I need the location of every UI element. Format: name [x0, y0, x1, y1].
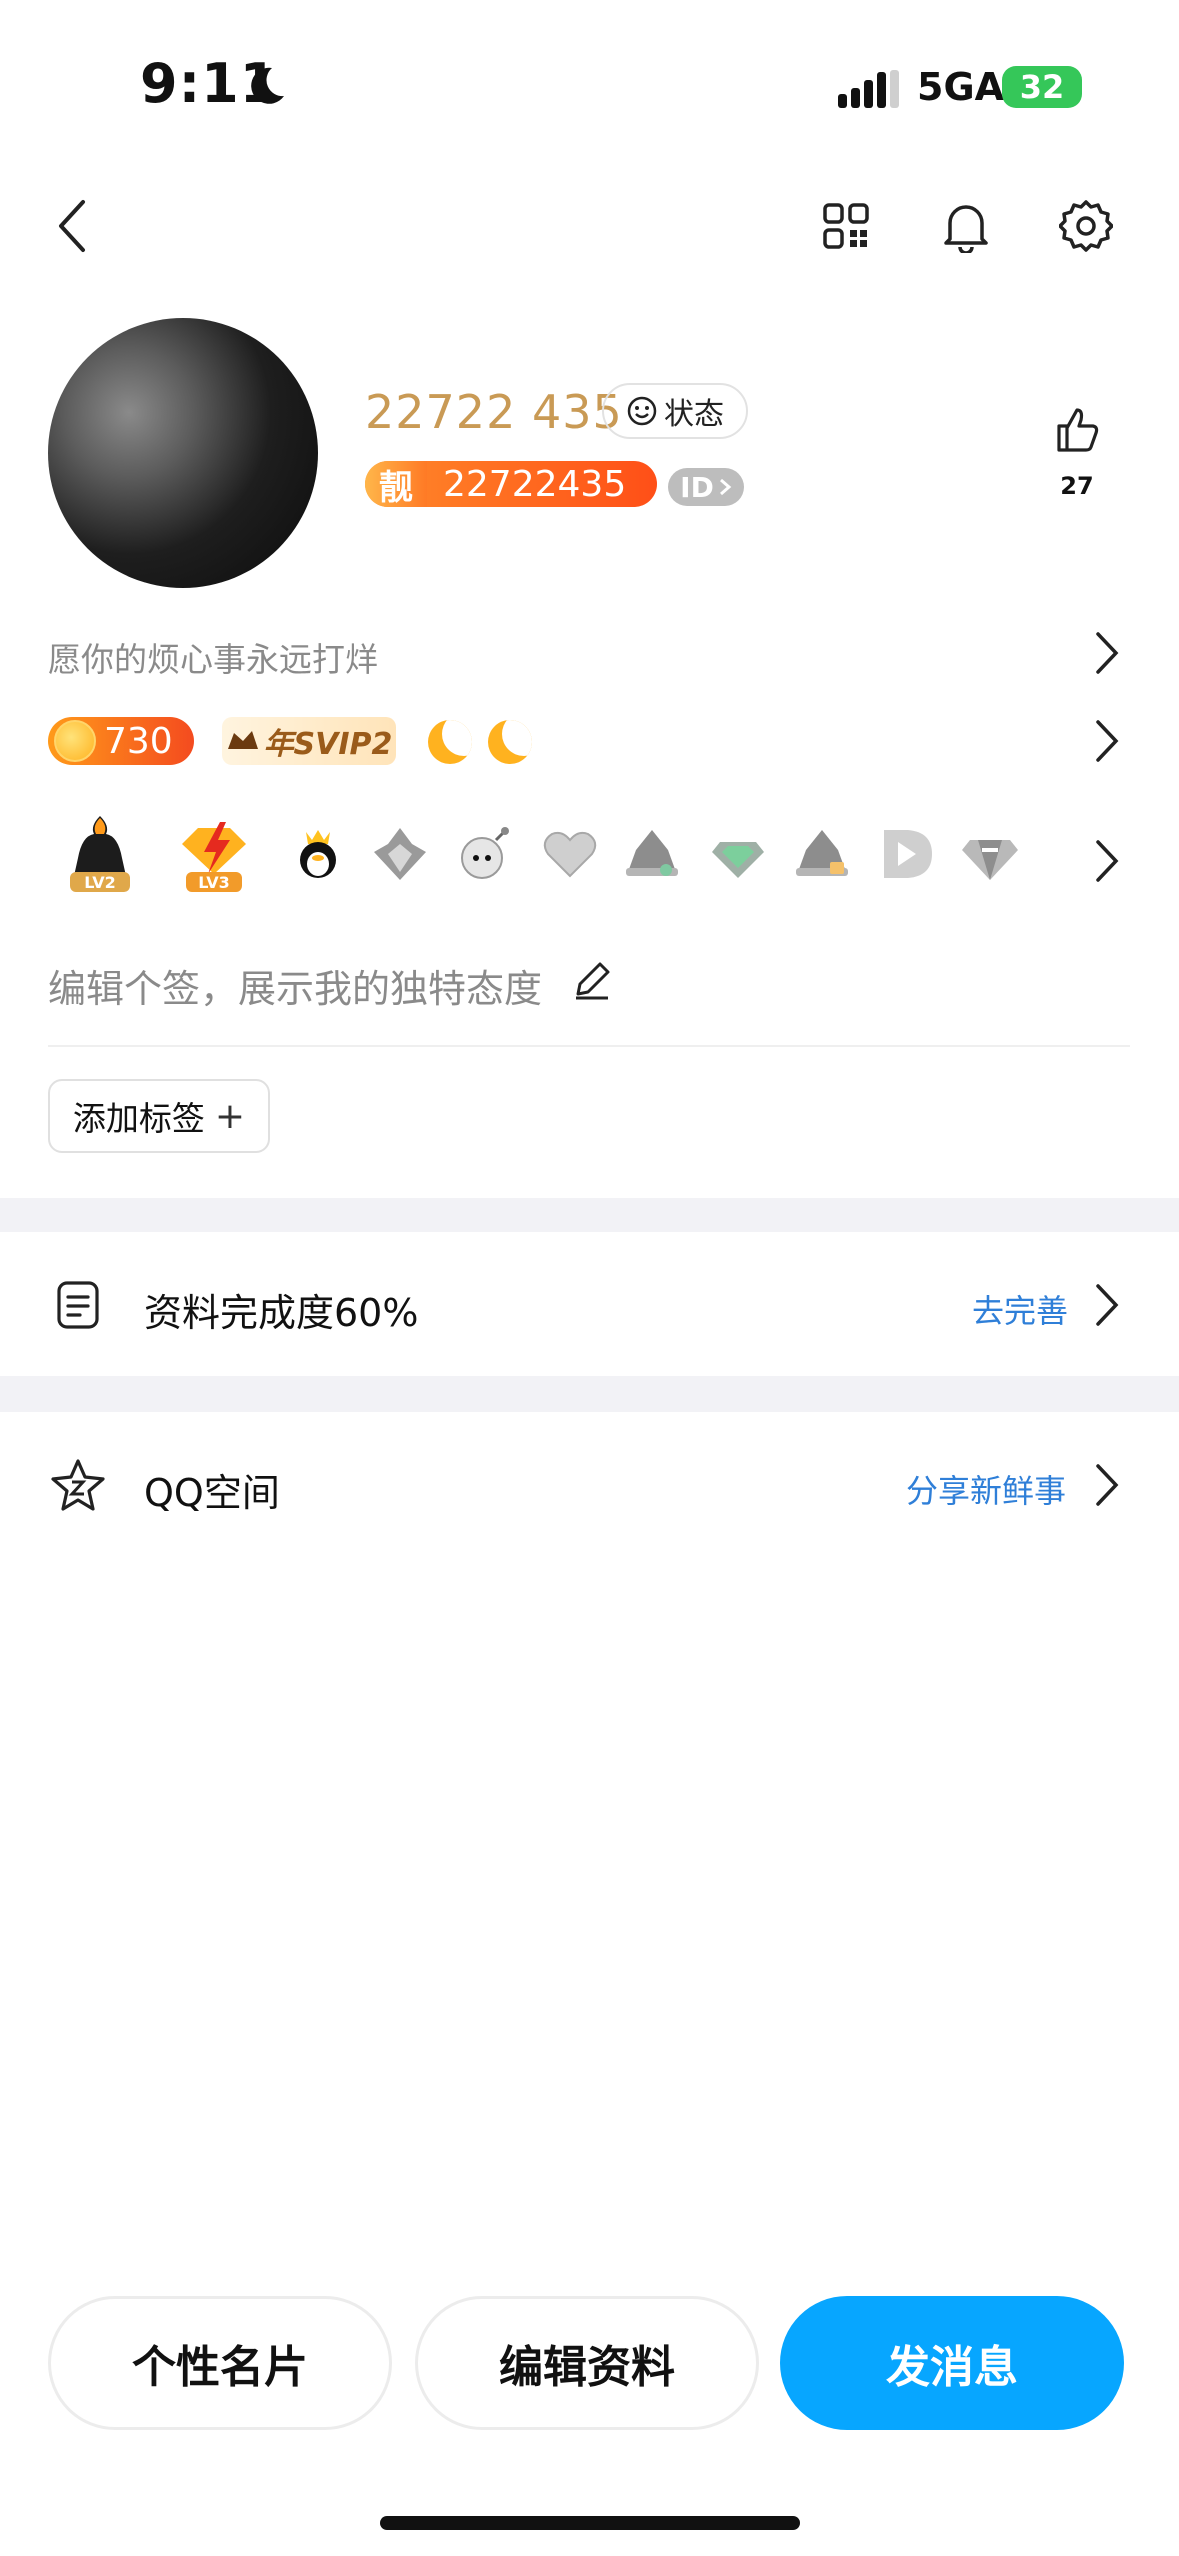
id-badge[interactable]: ID	[668, 468, 744, 506]
edit-signature-prompt[interactable]: 编辑个签，展示我的独特态度	[48, 958, 542, 1013]
edit-profile-button[interactable]: 编辑资料	[415, 2296, 759, 2430]
play-circle-icon[interactable]	[868, 812, 944, 896]
svip-badge[interactable]: 年SVIP2	[222, 717, 396, 765]
gear-icon	[1059, 200, 1113, 252]
green-gem-icon[interactable]	[700, 812, 776, 896]
svg-text:LV3: LV3	[198, 873, 230, 892]
qzone-label: QQ空间	[144, 1471, 280, 1515]
smiley-icon	[627, 396, 657, 426]
like-button[interactable]	[1052, 404, 1102, 456]
profile-completeness-row[interactable]: 资料完成度60% 去完善	[0, 1232, 1179, 1376]
pretty-number: 22722435	[443, 463, 627, 505]
back-button[interactable]	[48, 196, 96, 256]
share-news-link[interactable]: 分享新鲜事	[906, 1466, 1066, 1512]
gray-heart-icon[interactable]	[532, 812, 608, 896]
bell-icon	[944, 205, 988, 253]
level-coin-value: 730	[104, 720, 173, 762]
status-label: 状态	[664, 397, 724, 432]
penguin-crown-icon[interactable]	[280, 812, 356, 896]
gray-diamond-icon[interactable]	[952, 812, 1028, 896]
vip-chevron-icon[interactable]	[1092, 718, 1122, 764]
home-indicator[interactable]	[380, 2516, 800, 2530]
signal-icon	[838, 70, 900, 110]
medals-chevron-icon[interactable]	[1092, 838, 1122, 884]
qzone-chevron-icon	[1092, 1462, 1122, 1508]
star-icon	[50, 1458, 106, 1512]
svg-text:LV2: LV2	[84, 873, 116, 892]
add-tag-button[interactable]: 添加标签 +	[48, 1079, 270, 1153]
document-icon	[56, 1280, 100, 1330]
complete-profile-link[interactable]: 去完善	[972, 1286, 1068, 1332]
qrcode-button[interactable]	[818, 198, 874, 254]
moon-level-icon	[488, 720, 532, 764]
bomb-face-icon[interactable]	[446, 812, 522, 896]
svip-crown-icon	[227, 731, 258, 749]
chevron-right-icon	[719, 478, 732, 496]
medal-lv3-icon[interactable]: LV3	[176, 812, 252, 896]
chevron-left-icon	[59, 200, 85, 252]
profile-card-button[interactable]: 个性名片	[48, 2296, 392, 2430]
add-tag-label: 添加标签	[72, 1099, 205, 1138]
gray-hat-icon[interactable]	[614, 812, 690, 896]
medal-lv2-icon[interactable]: LV2	[62, 812, 138, 896]
avatar[interactable]	[48, 318, 318, 588]
nickname: 22722 435	[365, 385, 623, 439]
svip-label: 年SVIP2	[263, 727, 393, 762]
completeness-label: 资料完成度60%	[144, 1291, 419, 1335]
moon-icon	[244, 64, 288, 108]
gray-hat-badge-icon[interactable]	[784, 812, 860, 896]
like-count: 27	[1060, 472, 1094, 500]
section-divider	[0, 1376, 1179, 1412]
pretty-number-badge[interactable]: 靓 22722435	[365, 461, 657, 508]
plus-icon: +	[214, 1095, 246, 1137]
qrcode-icon	[823, 203, 869, 249]
divider	[48, 1045, 1130, 1047]
signature-chevron-icon[interactable]	[1092, 630, 1122, 676]
id-badge-label: ID	[680, 470, 714, 504]
notification-button[interactable]	[938, 196, 994, 256]
pretty-tag: 靓	[365, 461, 427, 508]
coin-icon	[54, 720, 96, 762]
qzone-row[interactable]: QQ空间 分享新鲜事	[0, 1412, 1179, 1556]
battery-icon: 32	[1002, 66, 1082, 108]
level-coin-badge[interactable]: 730	[48, 717, 194, 765]
gray-flame-icon[interactable]	[362, 812, 438, 896]
moon-level-icon	[428, 720, 472, 764]
network-label: 5GA	[917, 65, 1005, 109]
pencil-icon[interactable]	[570, 958, 614, 1002]
status-button[interactable]: 状态	[602, 383, 748, 439]
thumbs-up-icon	[1057, 408, 1099, 452]
signature-text[interactable]: 愿你的烦心事永远打烊	[48, 633, 378, 681]
completeness-chevron-icon	[1092, 1282, 1122, 1328]
settings-button[interactable]	[1056, 196, 1116, 256]
send-message-button[interactable]: 发消息	[780, 2296, 1124, 2430]
section-divider	[0, 1198, 1179, 1232]
